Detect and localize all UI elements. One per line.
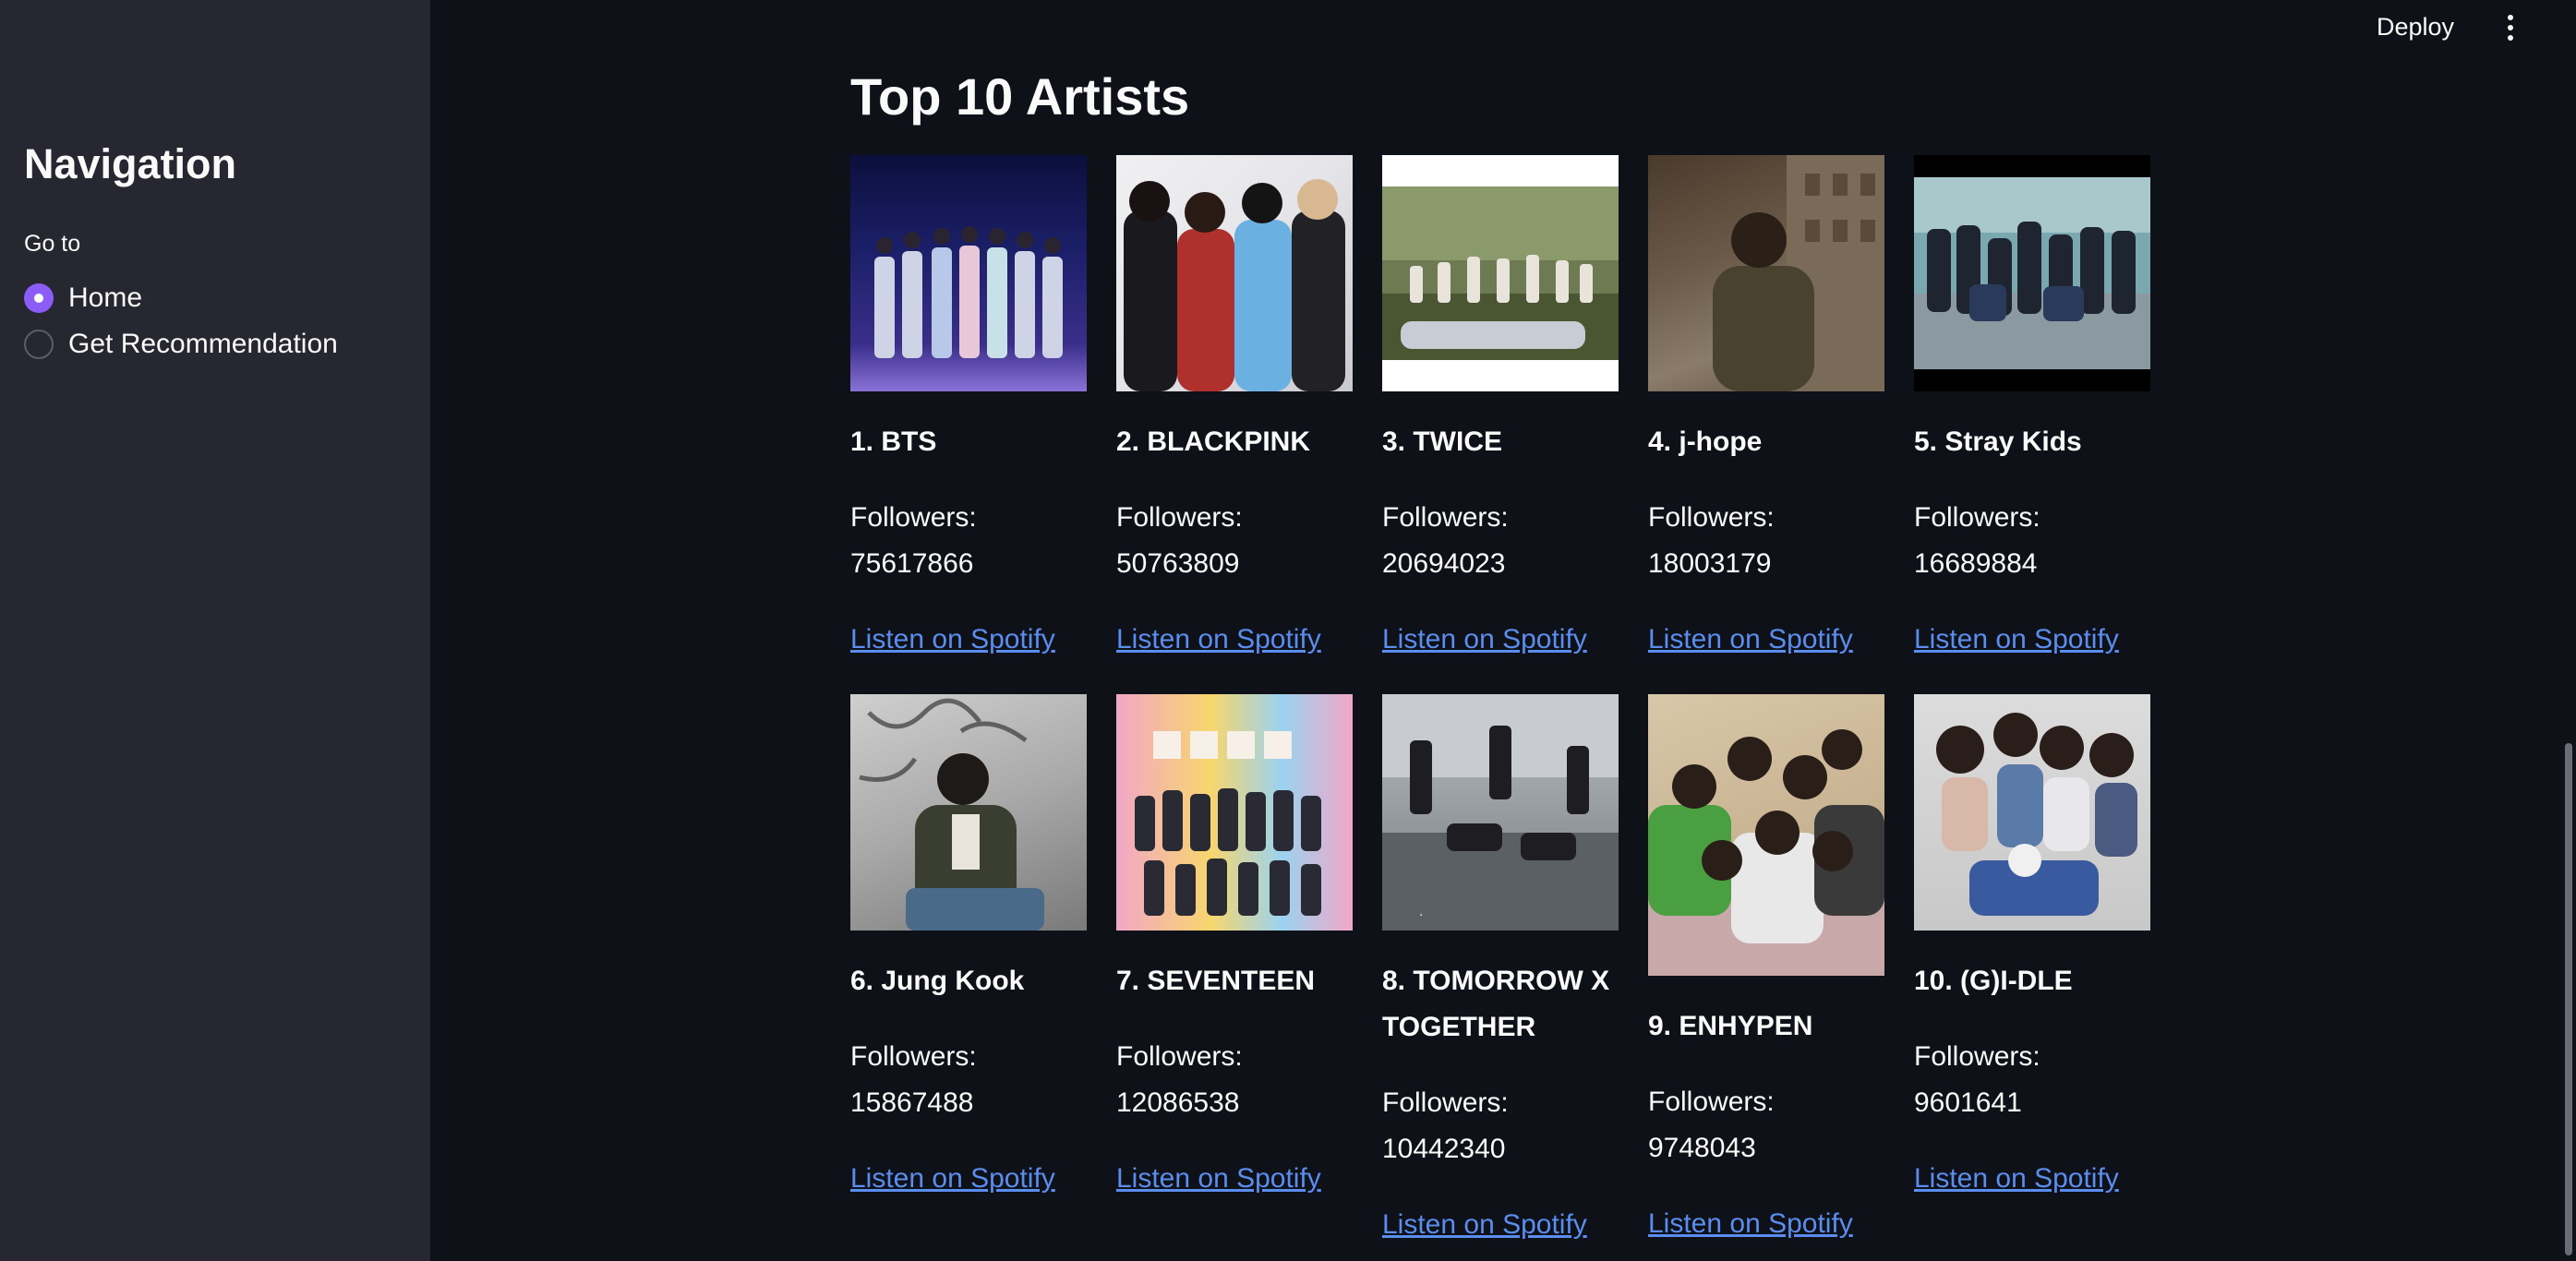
artist-name: 9. ENHYPEN — [1648, 1011, 1813, 1041]
artist-image-jung-kook — [850, 694, 1087, 931]
artist-image-blackpink — [1116, 155, 1353, 391]
spotify-link[interactable]: Listen on Spotify — [850, 617, 1055, 663]
artist-name: 2. BLACKPINK — [1116, 426, 1311, 457]
artist-card-2: 2. BLACKPINK Followers: 50763809 Listen … — [1116, 155, 1353, 663]
spotify-link[interactable]: Listen on Spotify — [1116, 617, 1321, 663]
spotify-link[interactable]: Listen on Spotify — [1382, 1202, 1587, 1248]
artist-name: 6. Jung Kook — [850, 966, 1025, 996]
spotify-link[interactable]: Listen on Spotify — [1914, 1156, 2119, 1202]
artist-card-1: 1. BTS Followers: 75617866 Listen on Spo… — [850, 155, 1087, 663]
artist-image-enhypen — [1648, 694, 1884, 976]
artist-image-twice — [1382, 155, 1619, 391]
spotify-link[interactable]: Listen on Spotify — [850, 1156, 1055, 1202]
artist-name: 10. (G)I-DLE — [1914, 966, 2073, 996]
artist-image-gidle — [1914, 694, 2150, 931]
svg-text:.: . — [1419, 905, 1423, 919]
spotify-link[interactable]: Listen on Spotify — [1116, 1156, 1321, 1202]
artist-card-8: . 8. TOMORROW X TOGETHER Followers: 1044… — [1382, 694, 1619, 1248]
spotify-link[interactable]: Listen on Spotify — [1914, 617, 2119, 663]
artist-card-5: 5. Stray Kids Followers: 16689884 Listen… — [1914, 155, 2150, 663]
artist-name: 1. BTS — [850, 426, 937, 457]
artist-card-3: 3. TWICE Followers: 20694023 Listen on S… — [1382, 155, 1619, 663]
artist-card-7: 7. SEVENTEEN Followers: 12086538 Listen … — [1116, 694, 1353, 1202]
radio-selected-icon[interactable] — [24, 283, 54, 313]
spotify-link[interactable]: Listen on Spotify — [1648, 1201, 1853, 1247]
artist-followers: Followers: 18003179 — [1648, 502, 1775, 579]
spotify-link[interactable]: Listen on Spotify — [1648, 617, 1853, 663]
radio-option-home[interactable]: Home — [24, 280, 142, 317]
artist-image-stray-kids — [1914, 155, 2150, 391]
radio-label-home: Home — [68, 282, 143, 313]
sidebar: Navigation Go to Home Get Recommendation — [0, 0, 430, 1261]
spotify-link[interactable]: Listen on Spotify — [1382, 617, 1587, 663]
artist-followers: Followers: 15867488 — [850, 1041, 977, 1118]
scrollbar-thumb[interactable] — [2565, 743, 2572, 1255]
artist-card-9: 9. ENHYPEN Followers: 9748043 Listen on … — [1648, 694, 1884, 1247]
artist-image-jhope — [1648, 155, 1884, 391]
page-title: Top 10 Artists — [850, 67, 1190, 126]
artist-name: 3. TWICE — [1382, 426, 1503, 457]
artist-card-6: 6. Jung Kook Followers: 15867488 Listen … — [850, 694, 1087, 1202]
radio-option-get-recommendation[interactable]: Get Recommendation — [24, 326, 338, 363]
artist-name: 4. j-hope — [1648, 426, 1763, 457]
radio-label-get-recommendation: Get Recommendation — [68, 329, 338, 359]
artist-card-4: 4. j-hope Followers: 18003179 Listen on … — [1648, 155, 1884, 663]
vertical-ellipsis-icon[interactable] — [2498, 9, 2522, 46]
artist-followers: Followers: 20694023 — [1382, 502, 1509, 579]
artist-image-tomorrow-x-together: . — [1382, 694, 1619, 931]
artist-image-bts — [850, 155, 1087, 391]
radio-unselected-icon[interactable] — [24, 330, 54, 359]
artist-followers: Followers: 12086538 — [1116, 1041, 1243, 1118]
radio-group-label: Go to — [24, 231, 81, 257]
app-root: Navigation Go to Home Get Recommendation… — [0, 0, 2576, 1261]
artist-followers: Followers: 9601641 — [1914, 1041, 2040, 1118]
artist-name: 5. Stray Kids — [1914, 426, 2082, 457]
artist-name: 8. TOMORROW X TOGETHER — [1382, 966, 1610, 1042]
artist-followers: Followers: 10442340 — [1382, 1087, 1509, 1164]
artist-name: 7. SEVENTEEN — [1116, 966, 1316, 996]
sidebar-title: Navigation — [24, 140, 237, 187]
artist-followers: Followers: 50763809 — [1116, 502, 1243, 579]
artist-card-10: 10. (G)I-DLE Followers: 9601641 Listen o… — [1914, 694, 2150, 1202]
artist-followers: Followers: 16689884 — [1914, 502, 2040, 579]
artist-image-seventeen — [1116, 694, 1353, 931]
artist-followers: Followers: 9748043 — [1648, 1087, 1775, 1163]
artist-followers: Followers: 75617866 — [850, 502, 977, 579]
deploy-button[interactable]: Deploy — [2364, 7, 2467, 46]
